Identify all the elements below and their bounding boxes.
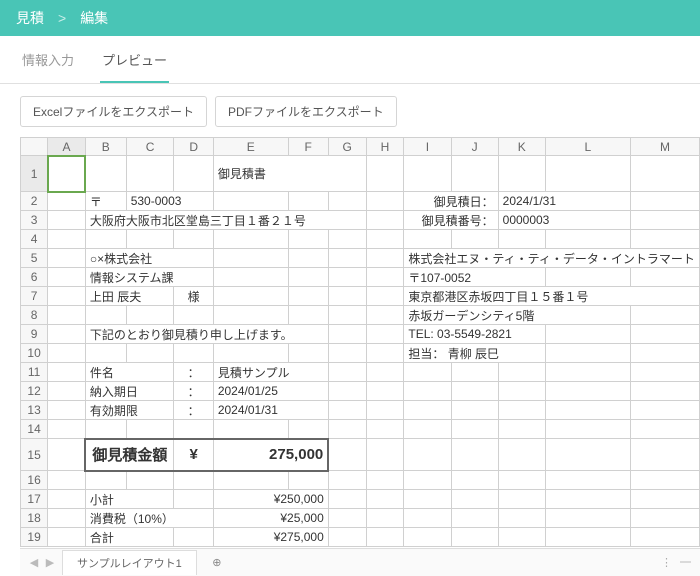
seller-postal[interactable]: 〒107-0052 [404,268,545,287]
cell-A1[interactable] [48,156,86,192]
row-1: 1 御見積書 [21,156,700,192]
due-label[interactable]: 納入期日 [85,382,174,401]
breadcrumb: 見積 > 編集 [0,0,700,36]
sheet-tab[interactable]: サンプルレイアウト1 [62,550,197,575]
seller-company[interactable]: 株式会社エヌ・ティ・ティ・データ・イントラマート [404,249,700,268]
intro-text[interactable]: 下記のとおり御見積り申し上げます。 [85,325,328,344]
quote-number-value[interactable]: 0000003 [498,211,630,230]
seller-address1[interactable]: 東京都港区赤坂四丁目１５番１号 [404,287,700,306]
col-header-M[interactable]: M [630,138,699,156]
add-sheet-icon[interactable]: ⊕ [207,553,227,573]
total-value[interactable]: 275,000 [213,439,328,471]
quote-number-label[interactable]: 御見積番号： [404,211,498,230]
customer-address[interactable]: 大阪府大阪市北区堂島三丁目１番２１号 [85,211,366,230]
col-header-D[interactable]: D [174,138,213,156]
subtotal-value[interactable]: ¥250,000 [213,490,328,509]
col-header-B[interactable]: B [85,138,126,156]
valid-label[interactable]: 有効期限 [85,401,174,420]
customer-person[interactable]: 上田 辰夫 [85,287,174,306]
sheet-prev-icon[interactable]: ◀ [26,555,42,571]
customer-dept[interactable]: 情報システム課 [85,268,213,287]
col-header-A[interactable]: A [48,138,86,156]
total-label[interactable]: 御見積金額 [85,439,174,471]
tab-preview[interactable]: プレビュー [100,36,169,83]
subtotal-label[interactable]: 小計 [85,490,174,509]
column-header-row: A B C D E F G H I J K L M [21,138,700,156]
col-header-I[interactable]: I [404,138,451,156]
quote-date-label[interactable]: 御見積日： [404,192,498,211]
export-pdf-button[interactable]: PDFファイルをエクスポート [215,96,397,127]
valid-value[interactable]: 2024/01/31 [213,401,328,420]
resize-handle-icon[interactable]: ⎯⎯ [680,556,694,570]
breadcrumb-current: 編集 [80,8,108,28]
customer-company[interactable]: ○×株式会社 [85,249,213,268]
page-tabs: 情報入力 プレビュー [0,36,700,84]
subject-value[interactable]: 見積サンプル [213,363,328,382]
col-header-F[interactable]: F [288,138,328,156]
grand-value[interactable]: ¥275,000 [213,528,328,547]
col-header-J[interactable]: J [451,138,498,156]
postal-code[interactable]: 530-0003 [126,192,213,211]
seller-address2[interactable]: 赤坂ガーデンシティ5階 [404,306,631,325]
breadcrumb-root[interactable]: 見積 [16,8,44,28]
honorific[interactable]: 様 [174,287,213,306]
col-header-G[interactable]: G [328,138,366,156]
document-title[interactable]: 御見積書 [213,156,366,192]
export-toolbar: Excelファイルをエクスポート PDFファイルをエクスポート [0,84,700,137]
chevron-right-icon: > [58,10,66,26]
subject-label[interactable]: 件名 [85,363,174,382]
row-header-1[interactable]: 1 [21,156,48,192]
sheet-options-icon[interactable]: ⋮ [661,556,674,569]
corner-cell[interactable] [21,138,48,156]
quote-date-value[interactable]: 2024/1/31 [498,192,630,211]
postal-mark[interactable]: 〒 [85,192,126,211]
col-header-H[interactable]: H [366,138,404,156]
tax-value[interactable]: ¥25,000 [213,509,328,528]
due-value[interactable]: 2024/01/25 [213,382,328,401]
seller-pic[interactable]: 担当： 青柳 辰巳 [404,344,545,363]
seller-tel[interactable]: TEL: 03-5549-2821 [404,325,545,344]
colon: ： [174,363,213,382]
spreadsheet[interactable]: A B C D E F G H I J K L M 1 御見積書 2 〒 530… [0,137,700,547]
export-excel-button[interactable]: Excelファイルをエクスポート [20,96,207,127]
col-header-C[interactable]: C [126,138,174,156]
tax-label[interactable]: 消費税（10%） [85,509,213,528]
col-header-K[interactable]: K [498,138,545,156]
tab-input[interactable]: 情報入力 [20,36,76,83]
col-header-E[interactable]: E [213,138,288,156]
sheet-next-icon[interactable]: ▶ [42,555,58,571]
col-header-L[interactable]: L [545,138,630,156]
grand-label[interactable]: 合計 [85,528,174,547]
yen-symbol: ¥ [174,439,213,471]
sheet-footer: ◀ ▶ サンプルレイアウト1 ⊕ ⋮ ⎯⎯ [20,548,700,576]
